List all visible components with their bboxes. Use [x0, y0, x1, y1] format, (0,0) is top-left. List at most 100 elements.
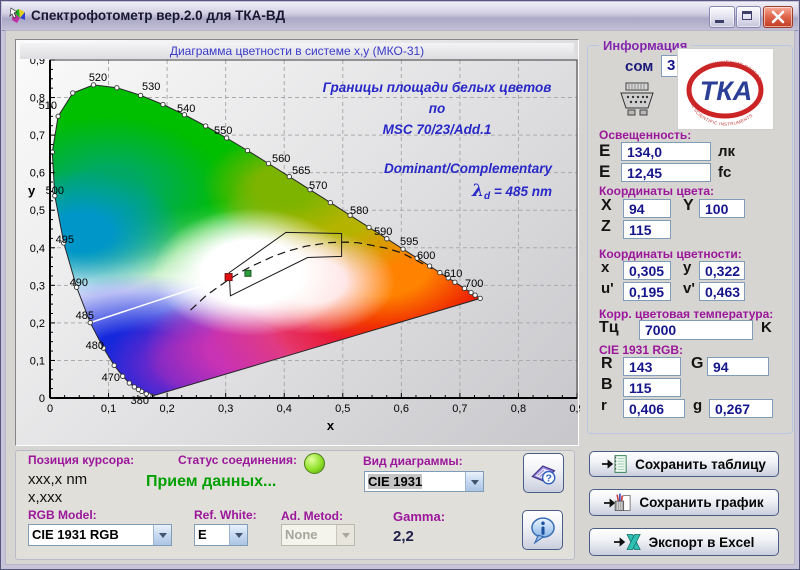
help-button[interactable]: ?: [523, 453, 564, 493]
svg-text:0,4: 0,4: [277, 403, 292, 415]
y-label: у: [683, 259, 691, 276]
X-label: X: [601, 197, 612, 215]
diagram-view-select[interactable]: CIE 1931: [364, 471, 484, 492]
svg-text:0,9: 0,9: [569, 403, 580, 415]
svg-text:0,8: 0,8: [30, 93, 45, 105]
svg-text:0,7: 0,7: [30, 130, 45, 142]
com-port-label: сом: [625, 58, 653, 75]
lux-unit-label: лк: [718, 143, 735, 160]
svg-text:0: 0: [39, 393, 45, 405]
cursor-position-label: Позиция курсора:: [28, 453, 134, 467]
chevron-down-icon[interactable]: [465, 472, 483, 491]
svg-text:0,3: 0,3: [218, 403, 233, 415]
svg-text:500: 500: [46, 185, 64, 197]
u-prime-label: u': [601, 280, 614, 297]
r-label: r: [601, 397, 607, 414]
svg-text:0,1: 0,1: [101, 403, 116, 415]
svg-text:у: у: [28, 183, 36, 198]
Z-field[interactable]: 115: [623, 220, 671, 239]
B-field[interactable]: 115: [623, 378, 681, 397]
minimize-button[interactable]: [709, 6, 735, 28]
u-prime-field[interactable]: 0,195: [623, 282, 671, 301]
chevron-down-icon[interactable]: [229, 525, 247, 545]
save-graph-icon: [604, 492, 632, 514]
svg-text:610: 610: [444, 268, 462, 280]
svg-text:0,6: 0,6: [394, 403, 409, 415]
svg-text:0,7: 0,7: [452, 403, 467, 415]
chevron-down-icon: [336, 525, 354, 545]
gamma-value: 2,2: [393, 528, 414, 545]
save-graph-label: Сохранить график: [639, 495, 763, 510]
close-button[interactable]: [763, 6, 793, 28]
svg-text:600: 600: [417, 250, 435, 262]
gamma-label: Gamma:: [393, 509, 445, 524]
save-graph-button[interactable]: Сохранить график: [589, 489, 779, 516]
R-label: R: [601, 355, 613, 373]
window-title: Спектрофотометр вер.2.0 для ТКА-ВД: [31, 8, 285, 23]
x-field[interactable]: 0,305: [623, 261, 671, 280]
svg-text:0,5: 0,5: [335, 403, 350, 415]
chromaticity-diagram[interactable]: 3804704804854904955005105205305405505605…: [16, 40, 580, 447]
svg-text:x: x: [327, 418, 335, 433]
svg-text:0,2: 0,2: [30, 318, 45, 330]
v-prime-field[interactable]: 0,463: [699, 282, 745, 301]
connection-status-label: Статус соединения:: [178, 453, 297, 467]
info-button[interactable]: [522, 510, 563, 550]
svg-text:580: 580: [350, 205, 368, 217]
svg-text:520: 520: [89, 72, 107, 84]
ref-white-label: Ref. White:: [194, 508, 257, 522]
svg-text:0,1: 0,1: [30, 355, 45, 367]
save-table-icon: [602, 454, 628, 474]
illuminance-section-label: Освещенность:: [599, 128, 691, 142]
ad-metod-label: Ad. Metod:: [281, 509, 343, 523]
cct-field[interactable]: 7000: [639, 320, 753, 340]
y-field[interactable]: 0,322: [699, 261, 745, 280]
B-label: B: [601, 376, 613, 394]
svg-text:595: 595: [400, 236, 418, 248]
svg-text:0,6: 0,6: [30, 168, 45, 180]
X-field[interactable]: 94: [623, 199, 671, 218]
svg-text:495: 495: [56, 234, 74, 246]
rgb-model-label: RGB Model:: [28, 508, 97, 522]
rgb-model-select[interactable]: CIE 1931 RGB: [28, 524, 172, 546]
cursor-x-value: x,xxx: [28, 489, 62, 506]
v-prime-label: v': [683, 280, 695, 297]
save-table-label: Сохранить таблицу: [635, 457, 766, 472]
cursor-wavelength-value: xxx,x nm: [28, 471, 87, 488]
tka-logo-text: ТКА: [700, 76, 753, 106]
svg-text:0,8: 0,8: [511, 403, 526, 415]
com-port-icon: [613, 81, 661, 121]
svg-text:540: 540: [177, 103, 195, 115]
x-label: x: [601, 259, 609, 276]
chevron-down-icon[interactable]: [153, 525, 171, 545]
Y-label: Y: [683, 197, 694, 215]
e-fc-label: Е: [599, 162, 610, 182]
e-fc-field[interactable]: 12,45: [621, 163, 711, 182]
cct-section-label: Корр. цветовая температура:: [599, 307, 773, 321]
svg-text:530: 530: [142, 81, 160, 93]
R-field[interactable]: 143: [623, 357, 681, 376]
fc-unit-label: fc: [718, 164, 731, 181]
receiving-data-text: Прием данных...: [146, 473, 276, 491]
G-field[interactable]: 94: [707, 357, 769, 376]
g-field[interactable]: 0,267: [709, 399, 773, 418]
app-window: Спектрофотометр вер.2.0 для ТКА-ВД 38047…: [0, 0, 800, 570]
svg-text:700: 700: [465, 278, 483, 290]
chart-title: Диаграмма цветности в системе x,y (МКО-3…: [20, 43, 574, 59]
svg-text:490: 490: [70, 277, 88, 289]
Y-field[interactable]: 100: [699, 199, 745, 218]
r-field[interactable]: 0,406: [623, 399, 685, 418]
svg-text:?: ?: [545, 472, 551, 484]
svg-text:470: 470: [102, 372, 120, 384]
maximize-icon: [742, 11, 752, 20]
ref-white-select[interactable]: E: [194, 524, 248, 546]
e-lux-field[interactable]: 134,0: [621, 142, 711, 161]
app-icon: [9, 7, 27, 25]
title-bar[interactable]: Спектрофотометр вер.2.0 для ТКА-ВД: [2, 2, 798, 31]
svg-text:485: 485: [76, 310, 94, 322]
save-table-button[interactable]: Сохранить таблицу: [589, 451, 779, 477]
svg-text:0,4: 0,4: [30, 243, 45, 255]
export-excel-button[interactable]: Экспорт в Excel: [589, 528, 779, 556]
maximize-button[interactable]: [736, 6, 761, 28]
diagram-view-label: Вид диаграммы:: [363, 454, 463, 468]
